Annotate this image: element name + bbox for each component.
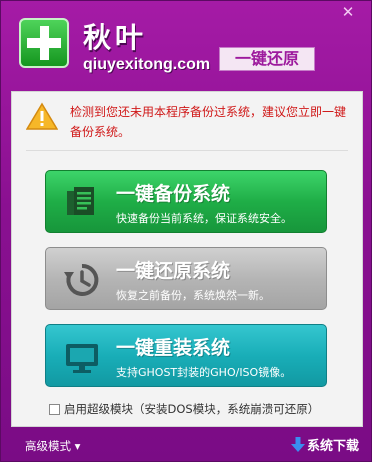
app-window: ✕ 秋叶 qiuyexitong.com 一键还原 检测到您还未用本程序备份过系… [0,0,372,462]
advanced-mode-link[interactable]: 高级模式 ▾ [25,438,80,454]
main-panel: 检测到您还未用本程序备份过系统，建议您立即一键备份系统。 一键备份系统 快速备份… [11,91,363,427]
reinstall-title: 一键重装系统 [116,337,231,359]
warning-icon [26,102,58,130]
brand-domain: qiuyexitong.com [83,56,211,73]
super-module-option[interactable]: 启用超级模块（安装DOS模块，系统崩溃可还原） [49,401,319,417]
backup-system-button[interactable]: 一键备份系统 快速备份当前系统，保证系统安全。 [45,170,327,233]
download-arrow-icon [290,436,305,452]
backup-notice: 检测到您还未用本程序备份过系统，建议您立即一键备份系统。 [70,105,347,139]
system-download-label: 系统下载 [306,439,359,454]
super-module-checkbox[interactable] [49,403,60,415]
brand-name: 秋叶 [83,21,148,54]
logo-plus-icon [19,18,69,68]
system-download-link[interactable]: 系统下载 [290,435,359,454]
backup-subtitle: 快速备份当前系统，保证系统安全。 [116,212,292,225]
monitor-icon [66,344,98,373]
reinstall-system-button[interactable]: 一键重装系统 支持GHOST封装的GHO/ISO镜像。 [45,324,327,387]
close-button[interactable]: ✕ [335,3,361,21]
document-copy-icon [67,187,94,215]
product-badge: 一键还原 [219,47,315,71]
restore-title: 一键还原系统 [116,260,231,282]
restore-subtitle: 恢复之前备份，系统焕然一新。 [116,289,270,302]
history-clock-icon [64,263,99,296]
divider [26,150,348,151]
restore-system-button[interactable]: 一键还原系统 恢复之前备份，系统焕然一新。 [45,247,327,310]
advanced-mode-label: 高级模式 [25,439,71,453]
reinstall-subtitle: 支持GHOST封装的GHO/ISO镜像。 [116,366,292,379]
super-module-label: 启用超级模块（安装DOS模块，系统崩溃可还原） [64,402,320,416]
backup-title: 一键备份系统 [116,183,231,205]
caret-down-icon: ▾ [74,439,81,453]
